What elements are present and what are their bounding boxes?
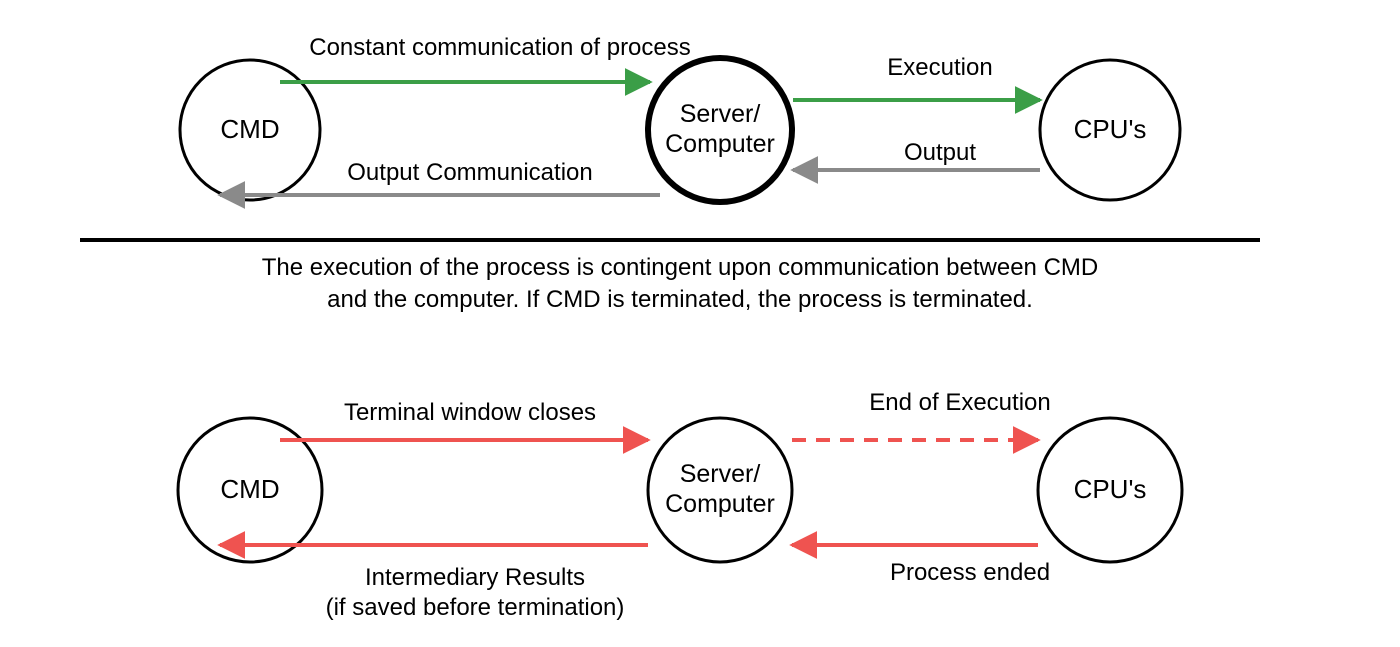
bottom-server-label-1: Server/: [680, 460, 761, 488]
caption-line-1: The execution of the process is continge…: [262, 254, 1098, 281]
label-output-communication: Output Communication: [347, 159, 592, 186]
label-execution: Execution: [887, 54, 992, 81]
bottom-cpus-label: CPU's: [1074, 474, 1147, 504]
label-output: Output: [904, 139, 976, 166]
top-cmd-label: CMD: [220, 114, 279, 144]
label-intermediary-results-1: Intermediary Results: [365, 564, 585, 591]
label-intermediary-results-2: (if saved before termination): [326, 594, 625, 621]
label-process-ended: Process ended: [890, 559, 1050, 586]
label-terminal-closes: Terminal window closes: [344, 399, 596, 426]
label-end-of-execution: End of Execution: [869, 389, 1050, 416]
bottom-server-label-2: Computer: [665, 490, 775, 518]
caption-line-2: and the computer. If CMD is terminated, …: [327, 286, 1033, 313]
top-cpus-label: CPU's: [1074, 114, 1147, 144]
top-server-label-2: Computer: [665, 130, 775, 158]
bottom-cmd-label: CMD: [220, 474, 279, 504]
top-server-label-1: Server/: [680, 100, 761, 128]
label-constant-communication: Constant communication of process: [309, 34, 691, 61]
